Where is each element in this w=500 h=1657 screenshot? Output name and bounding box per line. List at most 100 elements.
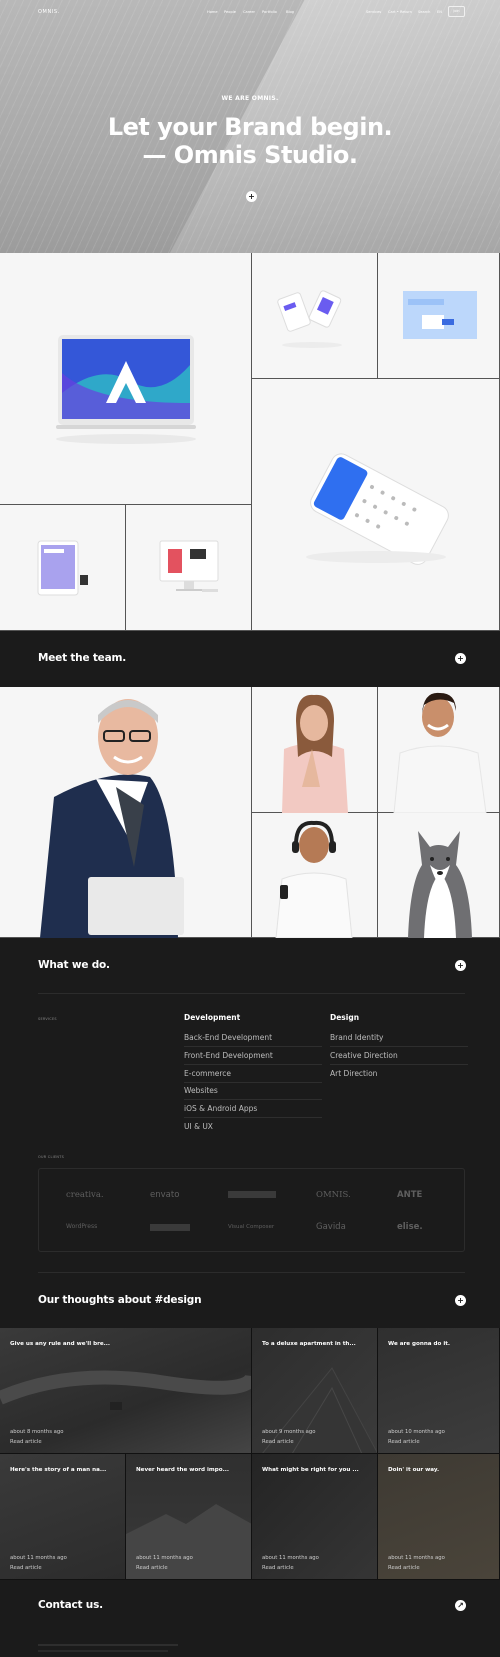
nav-item-blog[interactable]: Blog: [286, 10, 294, 14]
nav-item-cart[interactable]: Cart • Return: [388, 10, 412, 14]
client-logo-ante: ANTE: [397, 1190, 423, 1200]
laptop-mockup-image: [56, 335, 196, 444]
desktop-mockup-image: [159, 540, 219, 592]
service-art-direction[interactable]: Art Direction: [330, 1069, 468, 1082]
portfolio-item-cards[interactable]: [252, 253, 378, 379]
hero-headline-line1: Let your Brand begin.: [107, 113, 393, 141]
team-header: Meet the team. +: [0, 631, 500, 687]
post-date: about 10 months ago: [388, 1429, 445, 1435]
blog-title: Our thoughts about #design: [38, 1294, 202, 1306]
team-title: Meet the team.: [38, 652, 126, 664]
service-creative-direction[interactable]: Creative Direction: [330, 1051, 468, 1065]
blog-post-7[interactable]: Doin' it our way. about 11 months ago Re…: [378, 1454, 500, 1580]
service-back-end[interactable]: Back-End Development: [184, 1033, 322, 1047]
client-logo-elise: elise.: [397, 1222, 423, 1232]
read-article-link[interactable]: Read article: [388, 1439, 420, 1445]
service-brand-identity[interactable]: Brand Identity: [330, 1033, 468, 1047]
team-member-5[interactable]: [378, 813, 500, 938]
team-member-photo: [282, 694, 348, 813]
read-article-link[interactable]: Read article: [136, 1565, 168, 1571]
blog-post-4[interactable]: Here's the story of a man na... about 11…: [0, 1454, 126, 1580]
services-title: What we do.: [38, 959, 110, 971]
team-member-photo: [275, 820, 353, 939]
service-websites[interactable]: Websites: [184, 1086, 322, 1100]
client-logo-envato: envato: [150, 1190, 180, 1200]
team-member-photo: [40, 699, 184, 938]
client-logo-visual-composer: Visual Composer: [228, 1224, 275, 1230]
contact-arrow-icon[interactable]: ↗: [455, 1600, 466, 1611]
post-title: To a deluxe apartment in th...: [262, 1341, 356, 1347]
team-member-3[interactable]: [378, 687, 500, 814]
hero-eyebrow: WE ARE OMNIS.: [221, 95, 279, 102]
clients-logo-grid: [38, 1168, 465, 1252]
nav-item-home[interactable]: Home: [207, 10, 218, 14]
blog-plus-icon[interactable]: +: [455, 1295, 466, 1306]
portfolio-item-mobile-app[interactable]: [252, 379, 500, 631]
blog-post-5[interactable]: Never heard the word impo... about 11 mo…: [126, 1454, 252, 1580]
post-date: about 8 months ago: [10, 1429, 64, 1435]
footer-fine-print: [38, 1644, 178, 1646]
service-ui-ux[interactable]: UI & UX: [184, 1122, 322, 1135]
team-member-photo: [408, 831, 472, 938]
team-member-4[interactable]: [252, 813, 378, 939]
client-logo-creativa: creativa.: [66, 1190, 104, 1200]
client-logo-bar-2: [150, 1224, 190, 1231]
services-label: SERVICES: [38, 1017, 57, 1021]
nav-item-career[interactable]: Career: [243, 10, 255, 14]
post-date: about 11 months ago: [10, 1555, 67, 1561]
service-mobile-apps[interactable]: iOS & Android Apps: [184, 1104, 322, 1118]
portfolio-grid: [0, 253, 500, 631]
blog-post-3[interactable]: We are gonna do it. about 10 months ago …: [378, 1328, 500, 1454]
join-button[interactable]: Join: [448, 6, 465, 17]
read-article-link[interactable]: Read article: [262, 1565, 294, 1571]
hero-plus-icon[interactable]: +: [246, 191, 257, 202]
client-logo-omnis: OMNIS.: [316, 1190, 351, 1200]
team-member-2[interactable]: [252, 687, 378, 813]
development-heading: Development: [184, 1013, 241, 1022]
post-date: about 11 months ago: [388, 1555, 445, 1561]
post-title: Give us any rule and we'll bre...: [10, 1341, 111, 1347]
client-logo-wordpress: WordPress: [66, 1223, 98, 1230]
service-ecommerce[interactable]: E-commerce: [184, 1069, 322, 1083]
post-title: What might be right for you ...: [262, 1467, 359, 1473]
contact-title: Contact us.: [38, 1599, 103, 1611]
blog-post-1[interactable]: Give us any rule and we'll bre... about …: [0, 1328, 252, 1454]
blog-post-6[interactable]: What might be right for you ... about 11…: [252, 1454, 378, 1580]
brand-logo[interactable]: OMNIS.: [38, 9, 60, 15]
portfolio-item-laptop[interactable]: [0, 253, 252, 505]
portfolio-item-tablet[interactable]: [0, 505, 126, 631]
service-front-end[interactable]: Front-End Development: [184, 1051, 322, 1065]
footer-fine-print: [38, 1650, 168, 1652]
portfolio-item-website[interactable]: [378, 253, 500, 379]
post-date: about 11 months ago: [262, 1555, 319, 1561]
client-logo-bar-1: [228, 1191, 276, 1198]
read-article-link[interactable]: Read article: [388, 1565, 420, 1571]
services-plus-icon[interactable]: +: [455, 960, 466, 971]
post-title: Doin' it our way.: [388, 1467, 440, 1473]
top-navigation: OMNIS. Home People Career Portfolio Blog…: [0, 0, 500, 26]
website-mockup-image: [403, 291, 477, 339]
portfolio-item-desktop[interactable]: [126, 505, 252, 631]
nav-item-portfolio[interactable]: Portfolio: [262, 10, 277, 14]
nav-item-search[interactable]: Search: [418, 10, 430, 14]
post-title: We are gonna do it.: [388, 1341, 451, 1347]
client-logo-gavida: Gavida: [316, 1222, 346, 1232]
nav-item-services[interactable]: Services: [366, 10, 381, 14]
read-article-link[interactable]: Read article: [10, 1565, 42, 1571]
team-member-1[interactable]: [0, 687, 252, 938]
read-article-link[interactable]: Read article: [262, 1439, 294, 1445]
hero-headline: Let your Brand begin. — Omnis Studio.: [0, 113, 500, 169]
team-member-photo: [393, 692, 487, 814]
tablet-mockup-image: [37, 540, 88, 596]
team-plus-icon[interactable]: +: [455, 653, 466, 664]
team-grid: [0, 687, 500, 939]
read-article-link[interactable]: Read article: [10, 1439, 42, 1445]
design-heading: Design: [330, 1013, 360, 1022]
language-switch[interactable]: EN: [437, 10, 442, 14]
blog-post-2[interactable]: To a deluxe apartment in th... about 9 m…: [252, 1328, 378, 1454]
phone-mockup-image: [306, 453, 449, 565]
nav-item-people[interactable]: People: [224, 10, 236, 14]
blog-header: Our thoughts about #design +: [0, 1274, 500, 1328]
hero-section: OMNIS. Home People Career Portfolio Blog…: [0, 0, 500, 253]
divider: [38, 1272, 465, 1273]
